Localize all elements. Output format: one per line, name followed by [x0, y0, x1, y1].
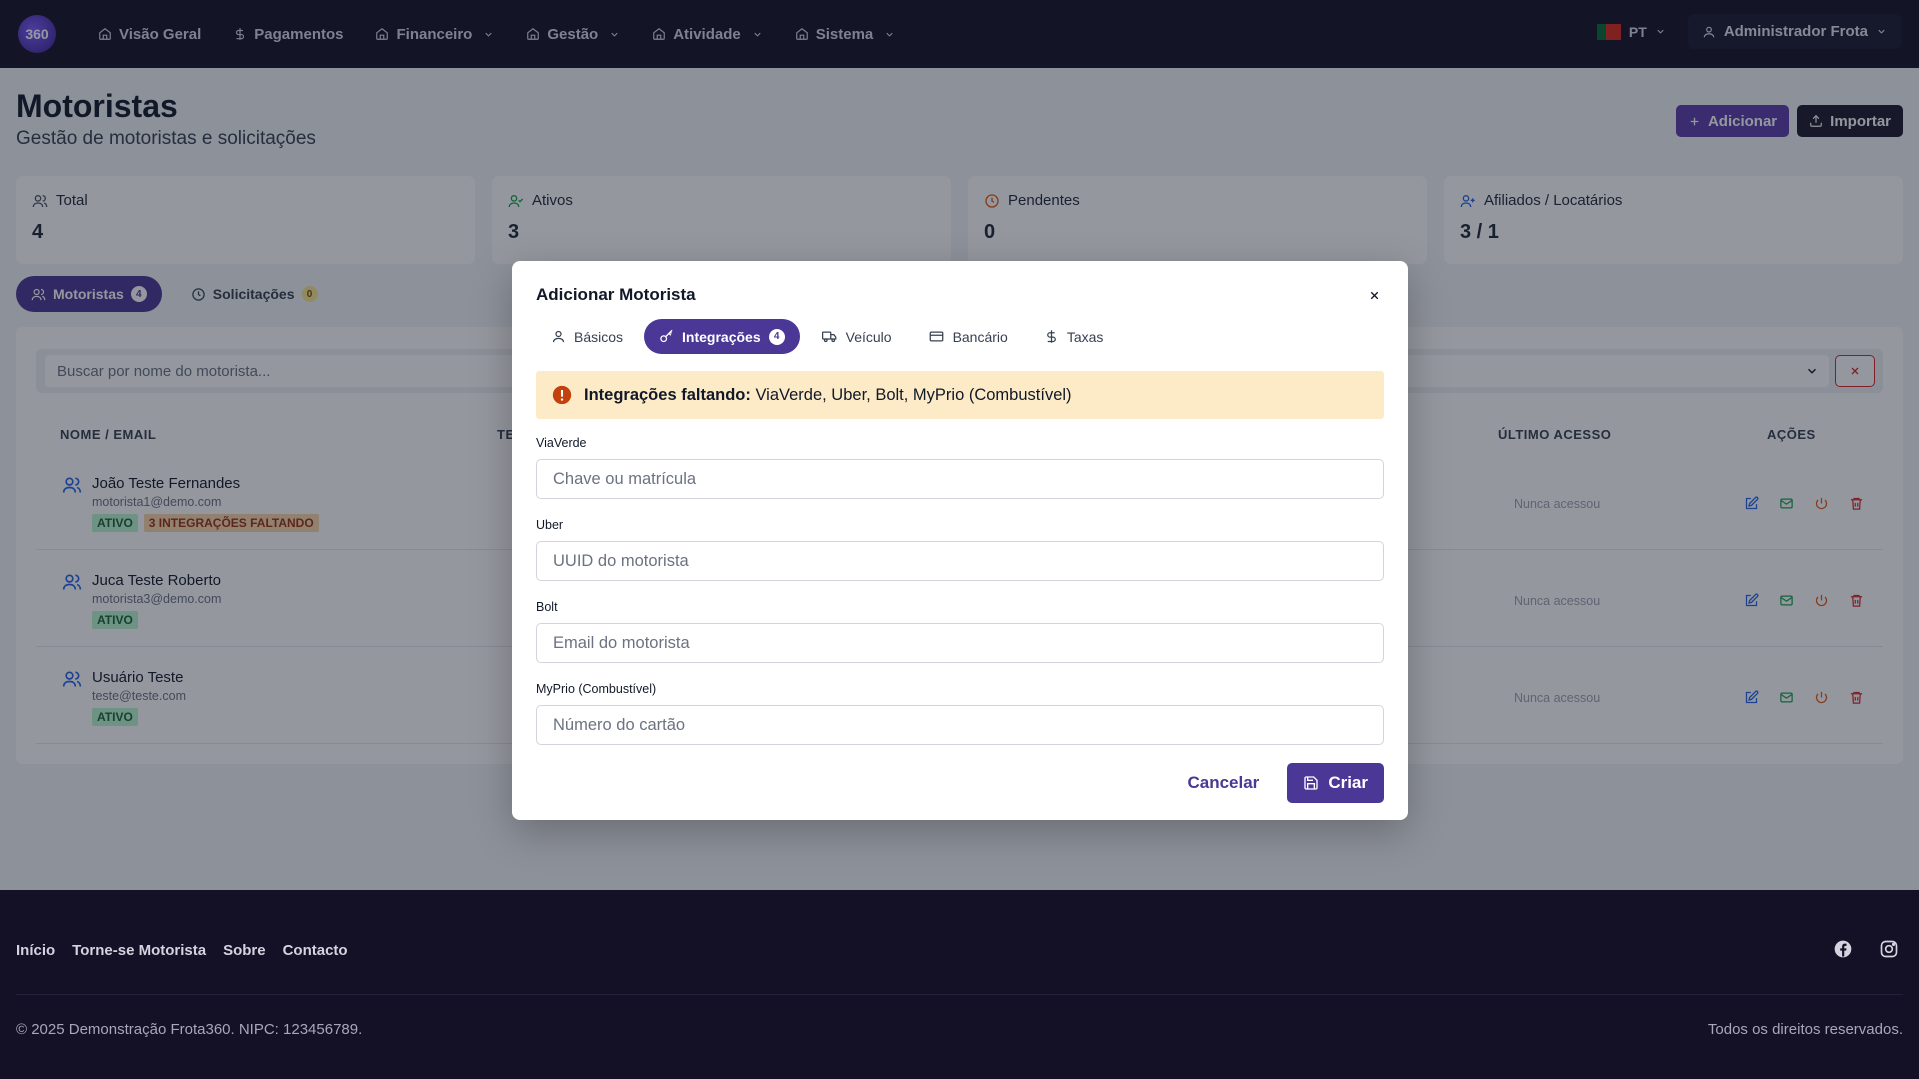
footer-divider	[16, 994, 1903, 995]
field-label: ViaVerde	[536, 436, 587, 450]
footer-link-torne-se-motorista[interactable]: Torne-se Motorista	[72, 942, 206, 959]
tab-label: Veículo	[845, 328, 892, 345]
close-icon	[1370, 291, 1378, 299]
count-badge: 4	[768, 328, 785, 345]
create-label: Criar	[1328, 773, 1368, 792]
tab-label: Taxas	[1066, 328, 1104, 345]
uber-input[interactable]	[536, 541, 1384, 581]
modal-tab-bancario[interactable]: Bancário	[913, 319, 1023, 354]
card-icon	[929, 331, 943, 342]
footer-link-sobre[interactable]: Sobre	[223, 942, 266, 959]
modal-tab-basicos[interactable]: Básicos	[536, 319, 638, 354]
social-links	[1833, 939, 1899, 959]
footer-links: Início Torne-se Motorista Sobre Contacto	[16, 942, 348, 959]
site-footer: Início Torne-se Motorista Sobre Contacto…	[0, 890, 1919, 1079]
modal-tabs: Básicos Integrações 4 Veículo Bancário T…	[536, 319, 1118, 354]
create-button[interactable]: Criar	[1287, 763, 1384, 803]
dollar-icon	[1046, 330, 1056, 343]
modal-footer: Cancelar Criar	[1175, 763, 1384, 803]
field-bolt: Bolt	[536, 600, 1384, 663]
alert-title: Integrações faltando:	[584, 385, 751, 404]
viaverde-input[interactable]	[536, 459, 1384, 499]
user-icon	[552, 330, 565, 343]
add-driver-modal: Adicionar Motorista Básicos Integrações …	[512, 261, 1408, 820]
footer-copyright: © 2025 Demonstração Frota360. NIPC: 1234…	[16, 1021, 363, 1038]
cancel-button[interactable]: Cancelar	[1175, 763, 1271, 803]
myprio-input[interactable]	[536, 705, 1384, 745]
bolt-input[interactable]	[536, 623, 1384, 663]
modal-title: Adicionar Motorista	[536, 285, 696, 304]
facebook-icon[interactable]	[1833, 939, 1853, 959]
missing-integrations-alert: Integrações faltando: ViaVerde, Uber, Bo…	[536, 371, 1384, 419]
field-myprio: MyPrio (Combustível)	[536, 682, 1384, 745]
field-viaverde: ViaVerde	[536, 436, 1384, 499]
footer-link-contacto[interactable]: Contacto	[283, 942, 348, 959]
modal-close-button[interactable]	[1364, 285, 1384, 305]
footer-link-inicio[interactable]: Início	[16, 942, 55, 959]
modal-tab-veiculo[interactable]: Veículo	[806, 319, 907, 354]
instagram-icon[interactable]	[1879, 939, 1899, 959]
alert-icon	[552, 385, 572, 405]
modal-tab-integracoes[interactable]: Integrações 4	[644, 319, 800, 354]
tab-label: Integrações	[682, 328, 761, 345]
footer-rights: Todos os direitos reservados.	[1707, 1021, 1903, 1038]
field-label: Uber	[536, 518, 564, 532]
tab-label: Básicos	[574, 328, 624, 345]
save-icon	[1304, 776, 1318, 790]
key-icon	[660, 329, 673, 343]
alert-text: ViaVerde, Uber, Bolt, MyPrio (Combustíve…	[755, 385, 1072, 404]
field-label: MyPrio (Combustível)	[536, 682, 657, 696]
modal-tab-taxas[interactable]: Taxas	[1029, 319, 1119, 354]
field-uber: Uber	[536, 518, 1384, 581]
field-label: Bolt	[536, 600, 558, 614]
truck-icon	[821, 331, 836, 343]
tab-label: Bancário	[952, 328, 1008, 345]
